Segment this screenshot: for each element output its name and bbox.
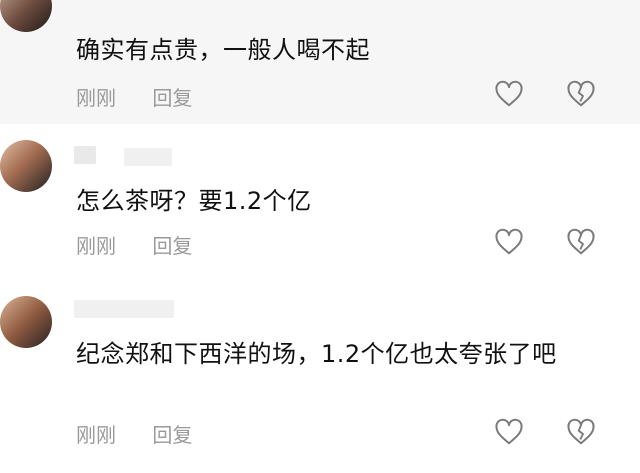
username-placeholder	[74, 146, 96, 164]
comment-text: 纪念郑和下西洋的场，1.2个亿也太夸张了吧	[76, 340, 557, 368]
avatar[interactable]	[0, 140, 52, 192]
comment-text: 确实有点贵，一般人喝不起	[76, 36, 370, 64]
timestamp: 刚刚	[76, 423, 116, 447]
comment-item: 怎么茶呀？要1.2个亿 刚刚 回复	[0, 124, 640, 274]
avatar[interactable]	[0, 0, 52, 32]
timestamp: 刚刚	[76, 86, 116, 110]
reply-button[interactable]: 回复	[152, 230, 192, 259]
timestamp: 刚刚	[76, 234, 116, 258]
comment-item: 确实有点贵，一般人喝不起 刚刚 回复	[0, 0, 640, 124]
broken-heart-icon[interactable]	[566, 418, 596, 446]
heart-icon[interactable]	[494, 80, 524, 108]
broken-heart-icon[interactable]	[566, 228, 596, 256]
username-placeholder	[74, 300, 174, 318]
comment-item: 纪念郑和下西洋的场，1.2个亿也太夸张了吧 刚刚 回复	[0, 274, 640, 473]
reply-button[interactable]: 回复	[152, 419, 192, 448]
comment-meta: 刚刚 回复	[76, 82, 192, 111]
heart-icon[interactable]	[494, 418, 524, 446]
username-placeholder	[124, 148, 172, 166]
heart-icon[interactable]	[494, 228, 524, 256]
comment-text: 怎么茶呀？要1.2个亿	[76, 187, 312, 215]
comment-meta: 刚刚 回复	[76, 230, 192, 259]
avatar[interactable]	[0, 296, 52, 348]
comment-meta: 刚刚 回复	[76, 419, 192, 448]
reply-button[interactable]: 回复	[152, 82, 192, 111]
broken-heart-icon[interactable]	[566, 80, 596, 108]
